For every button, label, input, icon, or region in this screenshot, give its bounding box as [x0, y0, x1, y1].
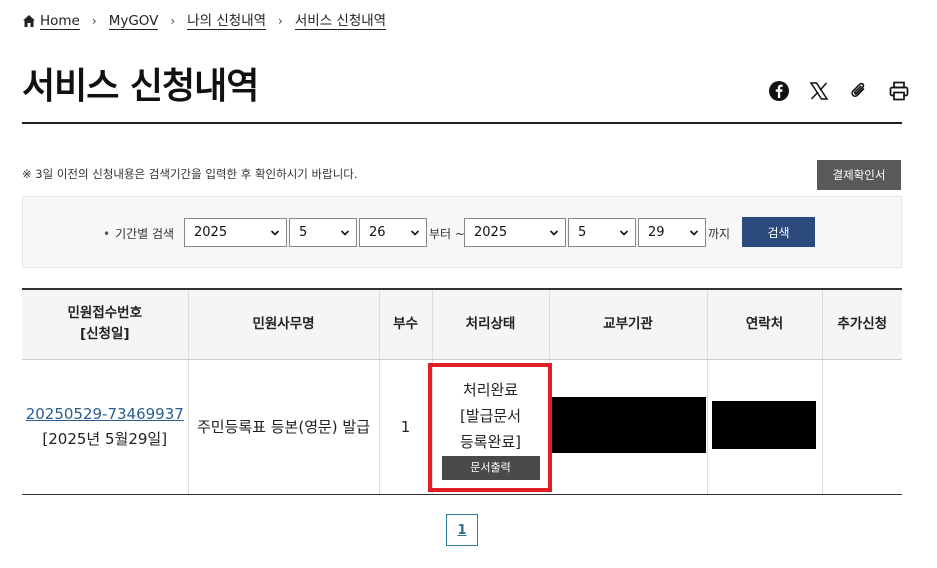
from-year-value: 2025 — [194, 225, 228, 240]
chevron-down-icon — [340, 230, 350, 236]
facebook-icon[interactable] — [767, 79, 791, 103]
application-date: [2025년 5월29일] — [42, 429, 168, 448]
cell-status: 처리완료 [발급문서 등록완료] 문서출력 — [431, 359, 549, 495]
search-notice: ※ 3일 이전의 신청내용은 검색기간을 입력한 후 확인하시기 바랍니다. — [22, 167, 358, 181]
header-service: 민원사무명 — [187, 288, 379, 360]
chevron-down-icon — [689, 230, 699, 236]
share-toolbar — [767, 79, 911, 103]
chevron-down-icon — [270, 230, 280, 236]
from-suffix-text: 부터 ~ — [429, 227, 465, 241]
to-suffix-text: 까지 — [708, 227, 731, 241]
period-search-box: 기간별 검색 2025 5 26 부터 ~ 2025 5 29 까지 검색 — [22, 196, 902, 268]
chevron-right-icon: › — [170, 14, 176, 28]
cell-extra — [821, 359, 902, 495]
x-icon[interactable] — [807, 79, 831, 103]
print-icon[interactable] — [887, 79, 911, 103]
to-month-value: 5 — [578, 225, 587, 240]
chevron-down-icon — [410, 230, 420, 236]
print-document-button[interactable]: 문서출력 — [441, 456, 540, 480]
application-results-table: 민원접수번호 [신청일] 민원사무명 부수 처리상태 교부기관 연락처 추가신청 … — [22, 288, 902, 495]
title-divider — [22, 122, 902, 124]
status-text-line2: [발급문서 — [459, 407, 522, 425]
table-header-row: 민원접수번호 [신청일] 민원사무명 부수 처리상태 교부기관 연락처 추가신청 — [22, 288, 902, 360]
redacted-contact — [712, 401, 816, 449]
header-status: 처리상태 — [431, 288, 549, 360]
breadcrumb: Home › MyGOV › 나의 신청내역 › 서비스 신청내역 — [22, 11, 387, 31]
chevron-down-icon — [549, 230, 559, 236]
to-day-select[interactable]: 29 — [638, 218, 706, 247]
from-year-select[interactable]: 2025 — [184, 218, 287, 247]
header-contact: 연락처 — [706, 288, 822, 360]
home-icon — [22, 14, 36, 28]
header-app-no: 민원접수번호 [신청일] — [22, 288, 188, 360]
from-month-value: 5 — [299, 225, 308, 240]
to-month-select[interactable]: 5 — [568, 218, 636, 247]
payment-receipt-button[interactable]: 결제확인서 — [817, 160, 901, 190]
to-day-value: 29 — [648, 225, 665, 240]
from-day-value: 26 — [369, 225, 386, 240]
redacted-agency — [552, 397, 706, 453]
search-button[interactable]: 검색 — [742, 217, 815, 247]
cell-app-no: 20250529-73469937 [2025년 5월29일] — [22, 359, 188, 495]
attach-link-icon[interactable] — [847, 79, 871, 103]
status-text-line3: 등록완료] — [459, 433, 522, 451]
breadcrumb-home-link[interactable]: Home — [40, 13, 80, 30]
from-month-select[interactable]: 5 — [289, 218, 357, 247]
breadcrumb-mygov-link[interactable]: MyGOV — [108, 13, 159, 30]
application-number-link[interactable]: 20250529-73469937 — [22, 402, 188, 427]
chevron-right-icon: › — [278, 14, 283, 28]
header-extra: 추가신청 — [821, 288, 902, 360]
chevron-right-icon: › — [91, 14, 97, 28]
breadcrumb-service-applications-link[interactable]: 서비스 신청내역 — [294, 13, 387, 30]
chevron-down-icon — [619, 230, 629, 236]
to-year-select[interactable]: 2025 — [464, 218, 566, 247]
cell-service: 주민등록표 등본(영문) 발급 — [187, 359, 379, 495]
header-copies: 부수 — [378, 288, 432, 360]
header-agency: 교부기관 — [548, 288, 707, 360]
cell-copies: 1 — [378, 359, 432, 495]
to-year-value: 2025 — [474, 225, 508, 240]
page-title: 서비스 신청내역 — [22, 66, 259, 107]
breadcrumb-my-applications-link[interactable]: 나의 신청내역 — [187, 13, 267, 30]
period-search-label: 기간별 검색 — [103, 225, 174, 242]
pagination-page-1[interactable]: 1 — [446, 514, 478, 546]
from-day-select[interactable]: 26 — [359, 218, 427, 247]
status-text-line1: 처리완료 — [462, 381, 519, 399]
